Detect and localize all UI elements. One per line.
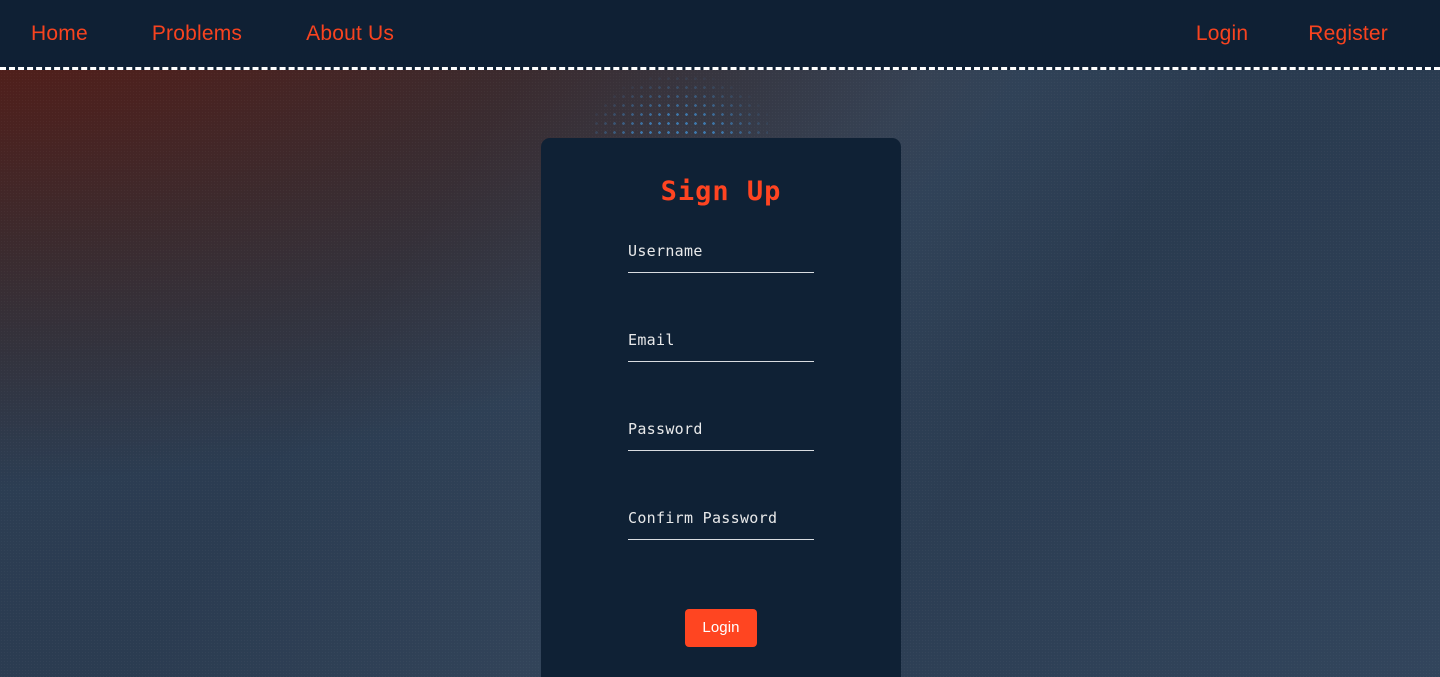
nav-link-login[interactable]: Login (1196, 23, 1248, 44)
signup-card: Sign Up Username Email Password Confirm … (541, 138, 901, 677)
field-email: Email (628, 331, 814, 420)
email-label: Email (628, 331, 675, 350)
navbar-right-links: Login Register (1196, 23, 1410, 44)
form-actions: Login (628, 609, 814, 648)
field-username: Username (628, 242, 814, 331)
email-input[interactable] (628, 350, 814, 363)
page-title: Sign Up (660, 176, 782, 207)
top-navbar: Home Problems About Us Login Register (0, 0, 1440, 70)
confirm-password-label: Confirm Password (628, 509, 778, 528)
password-label: Password (628, 420, 703, 439)
nav-link-problems[interactable]: Problems (152, 23, 242, 44)
nav-link-about-us[interactable]: About Us (306, 23, 394, 44)
field-password: Password (628, 420, 814, 509)
username-input[interactable] (628, 261, 814, 274)
nav-link-register[interactable]: Register (1308, 23, 1388, 44)
password-input[interactable] (628, 439, 814, 452)
navbar-left-links: Home Problems About Us (30, 23, 394, 44)
nav-link-home[interactable]: Home (31, 23, 88, 44)
submit-button[interactable]: Login (685, 609, 757, 648)
signup-form: Username Email Password Confirm Password… (541, 242, 901, 648)
field-confirm-password: Confirm Password (628, 509, 814, 598)
username-label: Username (628, 242, 703, 261)
confirm-password-input[interactable] (628, 528, 814, 541)
